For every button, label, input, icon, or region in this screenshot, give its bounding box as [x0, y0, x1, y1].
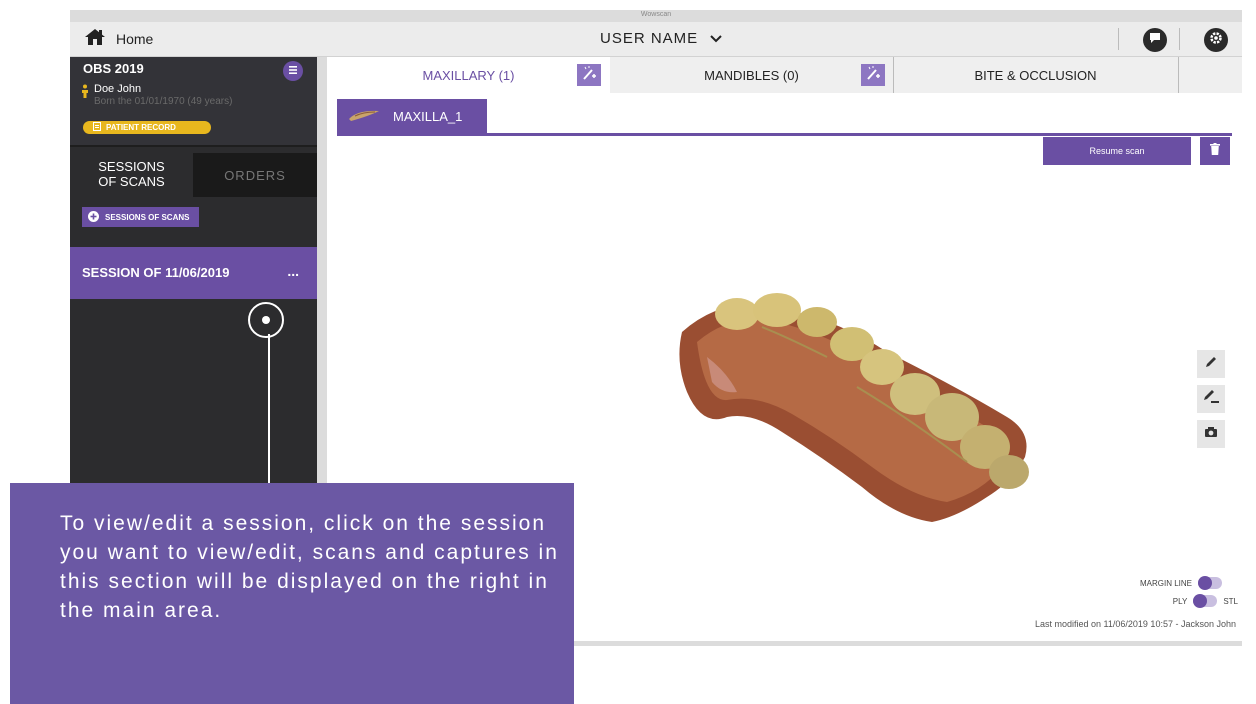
settings-button[interactable] — [1204, 28, 1228, 52]
margin-line-toggle[interactable] — [1198, 576, 1222, 590]
tab-divider — [1178, 57, 1179, 93]
format-toggle-row: PLY STL — [1172, 594, 1238, 608]
edit-tool-button[interactable] — [1197, 350, 1225, 378]
ply-label: PLY — [1172, 596, 1188, 606]
add-maxillary-scan-button[interactable] — [577, 64, 601, 86]
snapshot-button[interactable] — [1197, 420, 1225, 448]
last-modified-text: Last modified on 11/06/2019 10:57 - Jack… — [1035, 619, 1236, 629]
tutorial-callout: To view/edit a session, click on the ses… — [10, 483, 574, 704]
plus-circle-icon — [88, 210, 99, 224]
tab-sessions-label: SESSIONS OF SCANS — [98, 159, 165, 189]
guide-connector-line — [268, 334, 270, 484]
chat-icon — [1148, 31, 1162, 49]
session-list-item[interactable]: SESSION OF 11/06/2019 ... — [70, 247, 317, 299]
tab-orders[interactable]: ORDERS — [193, 153, 317, 197]
tab-sessions-of-scans[interactable]: SESSIONS OF SCANS — [70, 153, 193, 197]
person-icon — [81, 84, 89, 103]
tutorial-callout-text: To view/edit a session, click on the ses… — [60, 512, 559, 622]
stl-label: STL — [1223, 596, 1238, 606]
chat-button[interactable] — [1143, 28, 1167, 52]
tab-maxillary-label: MAXILLARY (1) — [422, 67, 515, 83]
magic-wand-icon — [865, 65, 881, 86]
tab-bite-occlusion[interactable]: BITE & OCCLUSION — [893, 57, 1178, 93]
scan-tab-maxilla[interactable]: MAXILLA_1 — [337, 99, 487, 133]
session-more-button[interactable]: ... — [287, 263, 299, 279]
auto-edit-tool-button[interactable] — [1197, 385, 1225, 413]
tab-mandibles-label: MANDIBLES (0) — [704, 67, 799, 83]
camera-icon — [1204, 425, 1218, 443]
add-session-button[interactable]: SESSIONS OF SCANS — [82, 207, 200, 227]
gear-icon — [1209, 31, 1223, 50]
guide-marker — [248, 302, 284, 338]
sidebar-tabs: SESSIONS OF SCANS ORDERS — [70, 153, 317, 197]
patient-card: OBS 2019 Doe John Born the 01/01/1970 (4… — [70, 57, 317, 147]
scan-tab-underline — [337, 133, 1232, 136]
chevron-down-icon — [710, 30, 722, 47]
add-mandible-scan-button[interactable] — [861, 64, 885, 86]
user-name: USER NAME — [600, 30, 699, 47]
patient-record-button[interactable]: PATIENT RECORD — [83, 121, 211, 134]
guide-marker-dot — [262, 316, 270, 324]
main-tabs: MAXILLARY (1) MANDIBLES (0) BITE & OCCLU… — [327, 57, 1242, 93]
add-session-label: SESSIONS OF SCANS — [105, 212, 190, 222]
user-menu[interactable]: USER NAME — [600, 30, 722, 47]
header-divider — [1118, 28, 1119, 50]
case-title: OBS 2019 — [83, 61, 144, 76]
jaw-scan-icon — [347, 108, 381, 125]
patient-name: Doe John — [94, 83, 142, 95]
patient-record-label: PATIENT RECORD — [106, 123, 176, 132]
home-label: Home — [116, 31, 154, 47]
pencil-icon — [1204, 355, 1218, 374]
tab-orders-label: ORDERS — [224, 167, 286, 183]
window-title: Wowscan — [640, 11, 672, 18]
margin-line-label: MARGIN LINE — [1139, 578, 1192, 588]
scan-tab-label: MAXILLA_1 — [393, 108, 463, 124]
header-divider — [1179, 28, 1180, 50]
case-menu-button[interactable] — [283, 61, 303, 81]
magic-wand-icon — [581, 65, 597, 86]
tab-maxillary[interactable]: MAXILLARY (1) — [327, 57, 610, 93]
tab-bite-occlusion-label: BITE & OCCLUSION — [974, 67, 1097, 83]
document-icon — [93, 122, 101, 133]
top-bar: Home USER NAME — [70, 22, 1242, 57]
margin-line-toggle-row: MARGIN LINE — [1139, 576, 1222, 590]
patient-birth: Born the 01/01/1970 (49 years) — [94, 96, 233, 107]
auto-pencil-icon — [1202, 389, 1220, 410]
session-label: SESSION OF 11/06/2019 — [82, 265, 230, 280]
list-icon — [288, 62, 298, 80]
dental-scan-3d-model[interactable] — [667, 282, 1047, 557]
tab-mandibles[interactable]: MANDIBLES (0) — [610, 57, 893, 93]
delete-scan-button[interactable] — [1200, 137, 1230, 165]
ply-stl-toggle[interactable] — [1193, 594, 1218, 608]
trash-icon — [1210, 142, 1220, 160]
home-button[interactable]: Home — [84, 28, 154, 51]
resume-scan-button[interactable]: Resume scan — [1043, 137, 1191, 165]
home-icon — [84, 28, 106, 51]
